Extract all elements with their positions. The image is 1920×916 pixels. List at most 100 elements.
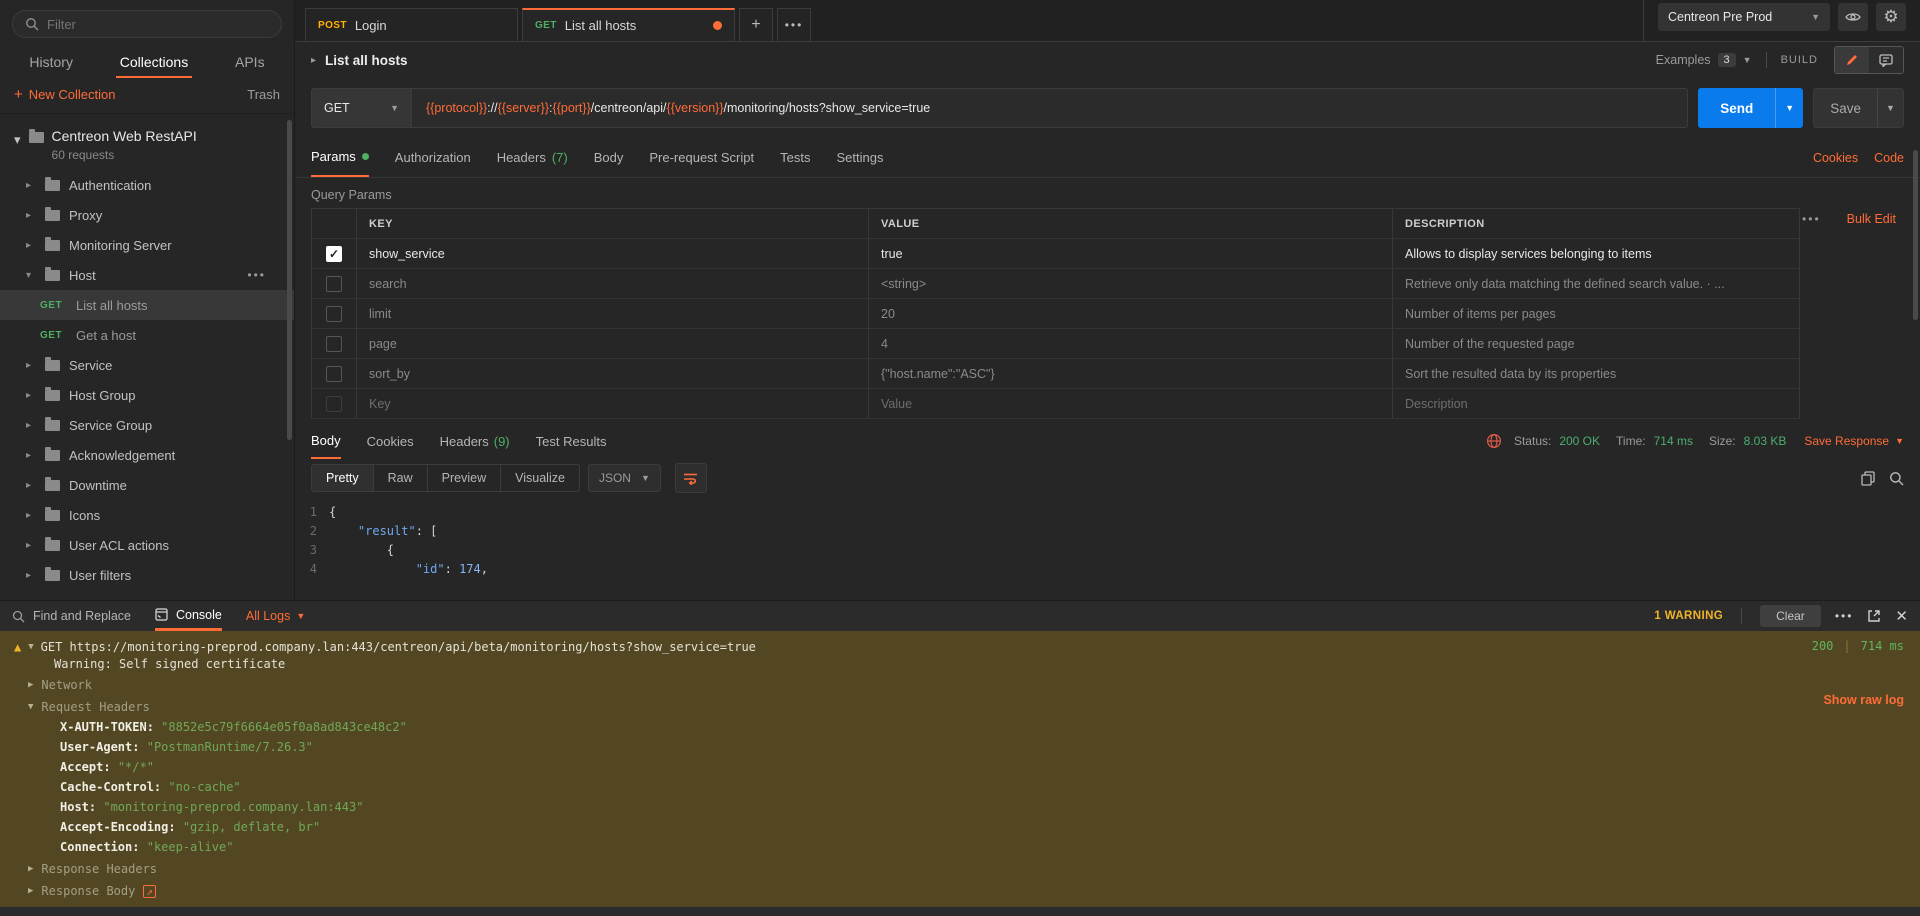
checkbox-checked[interactable]: ✓: [326, 246, 342, 262]
tab-login[interactable]: POST Login: [305, 8, 518, 41]
more-options-icon[interactable]: •••: [1802, 212, 1821, 226]
tab-authorization[interactable]: Authorization: [395, 138, 471, 177]
tab-response-cookies[interactable]: Cookies: [367, 423, 414, 459]
environment-selector[interactable]: Centreon Pre Prod ▼: [1658, 3, 1830, 31]
checkbox-unchecked[interactable]: [326, 396, 342, 412]
main-scrollbar[interactable]: [1913, 150, 1918, 320]
console-response-headers-toggle[interactable]: ▶Response Headers: [14, 859, 1906, 879]
show-raw-log-link[interactable]: Show raw log: [1823, 693, 1904, 707]
comment-button[interactable]: [1869, 47, 1903, 73]
tab-response-headers[interactable]: Headers(9): [440, 423, 510, 459]
sidebar-item-monitoring-server[interactable]: ▸Monitoring Server: [0, 230, 294, 260]
tab-tests[interactable]: Tests: [780, 138, 810, 177]
param-key[interactable]: search: [356, 269, 868, 298]
console-log[interactable]: ▲ ▼ GET https://monitoring-preprod.compa…: [0, 631, 1920, 907]
sidebar-item-icons[interactable]: ▸Icons: [0, 500, 294, 530]
tab-params[interactable]: Params: [311, 138, 369, 177]
param-key-placeholder[interactable]: Key: [356, 389, 868, 418]
collection-root[interactable]: ▾ Centreon Web RestAPI 60 requests: [0, 120, 294, 170]
tab-collections[interactable]: Collections: [116, 48, 192, 78]
param-desc-placeholder[interactable]: Description: [1392, 389, 1799, 418]
request-title[interactable]: ▸ List all hosts: [311, 53, 408, 68]
send-dropdown[interactable]: ▼: [1775, 88, 1803, 128]
sidebar-item-user-acl-actions[interactable]: ▸User ACL actions: [0, 530, 294, 560]
view-raw[interactable]: Raw: [373, 465, 427, 491]
environment-eye-button[interactable]: [1838, 3, 1868, 31]
console-network-toggle[interactable]: ▶Network: [14, 675, 1906, 695]
filter-input[interactable]: [47, 17, 269, 32]
network-globe-icon[interactable]: [1486, 433, 1502, 449]
sidebar-request-get-a-host[interactable]: GETGet a host: [0, 320, 294, 350]
param-key[interactable]: limit: [356, 299, 868, 328]
console-tab[interactable]: Console: [155, 601, 222, 631]
view-visualize[interactable]: Visualize: [500, 465, 579, 491]
tab-body[interactable]: Body: [594, 138, 624, 177]
wrap-lines-button[interactable]: [675, 463, 707, 493]
save-button[interactable]: Save: [1814, 89, 1877, 127]
format-selector[interactable]: JSON ▼: [588, 464, 661, 492]
external-link-icon[interactable]: ↗: [143, 885, 156, 898]
find-and-replace-button[interactable]: Find and Replace: [12, 601, 131, 631]
param-value[interactable]: {"host.name":"ASC"}: [868, 359, 1392, 388]
console-request-line[interactable]: ▲ ▼ GET https://monitoring-preprod.compa…: [14, 639, 1906, 656]
sidebar-request-list-all-hosts[interactable]: GETList all hosts: [0, 290, 294, 320]
console-request-headers-toggle[interactable]: ▼Request Headers: [14, 697, 1906, 717]
param-value[interactable]: true: [868, 239, 1392, 268]
tab-pre-request-script[interactable]: Pre-request Script: [649, 138, 754, 177]
param-value[interactable]: <string>: [868, 269, 1392, 298]
param-desc[interactable]: Sort the resulted data by its properties: [1392, 359, 1799, 388]
param-key[interactable]: page: [356, 329, 868, 358]
sidebar-item-downtime[interactable]: ▸Downtime: [0, 470, 294, 500]
param-desc[interactable]: Number of items per pages: [1392, 299, 1799, 328]
sidebar-item-service[interactable]: ▸Service: [0, 350, 294, 380]
checkbox-unchecked[interactable]: [326, 276, 342, 292]
param-desc[interactable]: Retrieve only data matching the defined …: [1392, 269, 1799, 298]
send-button[interactable]: Send: [1698, 88, 1775, 128]
cookies-link[interactable]: Cookies: [1813, 151, 1858, 165]
param-key[interactable]: show_service: [356, 239, 868, 268]
param-key[interactable]: sort_by: [356, 359, 868, 388]
url-input[interactable]: {{protocol}}://{{server}}:{{port}}/centr…: [412, 89, 1687, 127]
code-link[interactable]: Code: [1874, 151, 1904, 165]
param-desc[interactable]: Number of the requested page: [1392, 329, 1799, 358]
settings-button[interactable]: ⚙: [1876, 3, 1906, 31]
tab-history[interactable]: History: [25, 48, 77, 78]
console-horizontal-scrollbar[interactable]: [0, 907, 1920, 916]
examples-dropdown[interactable]: Examples 3 ▼: [1656, 53, 1752, 67]
tab-test-results[interactable]: Test Results: [536, 423, 607, 459]
view-preview[interactable]: Preview: [427, 465, 500, 491]
save-dropdown[interactable]: ▼: [1877, 89, 1903, 127]
param-value[interactable]: 20: [868, 299, 1392, 328]
edit-mode-button[interactable]: [1835, 47, 1869, 73]
search-response-icon[interactable]: [1889, 471, 1904, 486]
all-logs-dropdown[interactable]: All Logs ▼: [246, 609, 305, 623]
tab-response-body[interactable]: Body: [311, 423, 341, 459]
sidebar-item-host[interactable]: ▾Host•••: [0, 260, 294, 290]
close-icon[interactable]: ✕: [1895, 607, 1908, 625]
save-response-button[interactable]: Save Response ▼: [1804, 434, 1904, 448]
more-options-icon[interactable]: •••: [247, 268, 266, 282]
clear-button[interactable]: Clear: [1760, 605, 1821, 627]
sidebar-item-user-filters[interactable]: ▸User filters: [0, 560, 294, 590]
tab-list-all-hosts[interactable]: GET List all hosts: [522, 8, 735, 41]
more-options-icon[interactable]: •••: [1835, 609, 1854, 623]
sidebar-item-host-group[interactable]: ▸Host Group: [0, 380, 294, 410]
tab-headers[interactable]: Headers(7): [497, 138, 568, 177]
tab-options-button[interactable]: •••: [777, 8, 811, 41]
checkbox-unchecked[interactable]: [326, 366, 342, 382]
tab-apis[interactable]: APIs: [231, 48, 269, 78]
tab-settings[interactable]: Settings: [836, 138, 883, 177]
sidebar-item-proxy[interactable]: ▸Proxy: [0, 200, 294, 230]
open-in-new-icon[interactable]: [1867, 609, 1881, 623]
checkbox-unchecked[interactable]: [326, 336, 342, 352]
param-value-placeholder[interactable]: Value: [868, 389, 1392, 418]
param-desc[interactable]: Allows to display services belonging to …: [1392, 239, 1799, 268]
view-pretty[interactable]: Pretty: [312, 465, 373, 491]
bulk-edit-link[interactable]: Bulk Edit: [1847, 212, 1896, 226]
sidebar-item-authentication[interactable]: ▸Authentication: [0, 170, 294, 200]
chevron-down-icon[interactable]: ▾: [14, 132, 21, 148]
checkbox-unchecked[interactable]: [326, 306, 342, 322]
response-body-code[interactable]: 1 { 2 "result": [ 3 { 4 "id": 174,: [295, 497, 1920, 600]
sidebar-item-acknowledgement[interactable]: ▸Acknowledgement: [0, 440, 294, 470]
new-tab-button[interactable]: +: [739, 8, 773, 41]
